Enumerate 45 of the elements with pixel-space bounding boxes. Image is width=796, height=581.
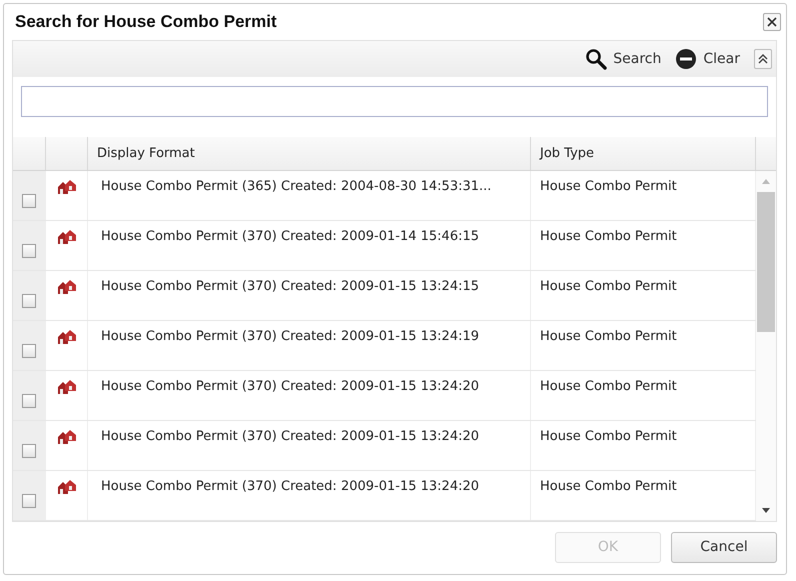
table-cell: House Combo Permit <box>540 229 677 244</box>
scroll-down-icon <box>762 508 770 513</box>
double-chevron-up-icon <box>758 53 768 65</box>
row-checkbox[interactable] <box>22 294 36 308</box>
minus-circle-icon <box>675 48 698 70</box>
table-cell: House Combo Permit <box>540 279 677 294</box>
column-header[interactable]: Job Type <box>531 137 756 170</box>
dialog-button[interactable]: Cancel <box>671 532 777 562</box>
table-cell: House Combo Permit <box>540 429 677 444</box>
table-cell: House Combo Permit <box>540 329 677 344</box>
row-checkbox[interactable] <box>22 494 36 508</box>
houses-icon <box>56 429 76 445</box>
row-checkbox[interactable] <box>22 244 36 258</box>
table-cell: House Combo Permit (370) Created: 2009-01-15 13:24:20 <box>101 379 480 394</box>
table-cell: House Combo Permit (365) Created: 2004-08-30 14:53:31... <box>101 179 492 194</box>
collapse-button[interactable] <box>754 49 772 69</box>
houses-icon <box>56 179 76 195</box>
houses-icon <box>56 479 76 495</box>
houses-icon <box>56 379 76 395</box>
search-field[interactable] <box>21 86 768 117</box>
table-cell: House Combo Permit (370) Created: 2009-01-15 13:24:20 <box>101 479 480 494</box>
table-cell: House Combo Permit <box>540 179 677 194</box>
row-checkbox[interactable] <box>22 194 36 208</box>
row-checkbox[interactable] <box>22 394 36 408</box>
scrollbar[interactable] <box>756 171 776 521</box>
houses-icon <box>56 229 76 245</box>
column-header[interactable]: Display Format <box>88 137 531 170</box>
houses-icon <box>56 329 76 345</box>
row-checkbox[interactable] <box>22 344 36 358</box>
houses-icon <box>56 279 76 295</box>
table-cell: House Combo Permit <box>540 379 677 394</box>
table-cell: House Combo Permit (370) Created: 2009-01-15 13:24:19 <box>101 329 480 344</box>
table-cell: House Combo Permit (370) Created: 2009-01-14 15:46:15 <box>101 229 480 244</box>
table-cell: House Combo Permit (370) Created: 2009-01-15 13:24:20 <box>101 429 480 444</box>
clear-button[interactable]: Clear <box>675 48 740 70</box>
scrollbar-thumb[interactable] <box>757 192 775 332</box>
table-cell: House Combo Permit (370) Created: 2009-01-15 13:24:15 <box>101 279 480 294</box>
close-icon <box>767 17 777 27</box>
search-icon <box>585 48 608 70</box>
scroll-up-icon <box>762 179 770 184</box>
search-button[interactable]: Search <box>585 48 662 70</box>
window-title: Search for House Combo Permit <box>15 12 277 32</box>
table-cell: House Combo Permit <box>540 479 677 494</box>
close-button[interactable] <box>763 13 781 31</box>
row-checkbox[interactable] <box>22 444 36 458</box>
